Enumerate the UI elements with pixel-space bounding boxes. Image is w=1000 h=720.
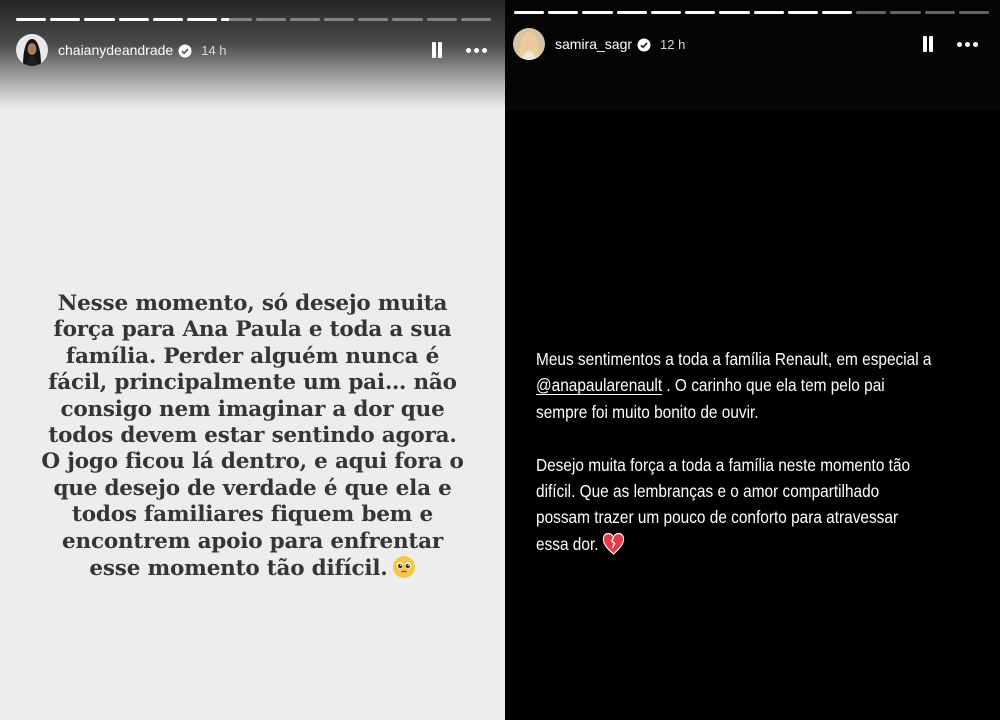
pause-icon[interactable]: [921, 35, 935, 53]
caption-line: @anapaularenault . O carinho que ela tem…: [536, 372, 928, 398]
progress-segment: [582, 11, 613, 14]
progress-segment: [50, 18, 81, 21]
story-caption: Nesse momento, só desejo muita força par…: [20, 291, 485, 582]
story-header: samira_sagr 12 h: [513, 26, 978, 62]
caption-line: família. Perder alguém nunca é: [65, 343, 440, 369]
caption-line: Desejo muita força a toda a família nest…: [536, 454, 911, 475]
progress-segment: [187, 18, 218, 21]
caption-line: força para Ana Paula e toda a sua: [53, 317, 452, 343]
progress-segment: [426, 18, 457, 21]
caption-line: consigo nem imaginar a dor que: [60, 396, 445, 422]
progress-segment-current: [221, 18, 252, 21]
progress-segment: [358, 18, 389, 21]
avatar[interactable]: [513, 28, 545, 60]
caption-line: Meus sentimentos a toda a família Renaul…: [536, 349, 932, 369]
progress-segment: [118, 18, 149, 21]
verified-badge-icon: [637, 37, 651, 52]
progress-segment: [753, 11, 784, 14]
caption-line: que desejo de verdade é que ela e: [53, 475, 452, 501]
progress-segment: [392, 18, 423, 21]
progress-segment: [958, 11, 990, 14]
caption-line: fácil, principalmente um pai… não: [48, 370, 457, 396]
story-right[interactable]: samira_sagr 12 h Meus sentimentos a toda…: [505, 0, 1000, 720]
pleading-face-emoji: [392, 555, 416, 579]
progress-segment: [84, 18, 115, 21]
avatar[interactable]: [16, 34, 48, 66]
heart-emoji: [602, 532, 625, 556]
progress-segment: [924, 11, 955, 14]
progress-segment: [548, 11, 579, 14]
verified-badge-icon: [178, 43, 192, 58]
caption-line-text: . O carinho que ela tem pelo pai: [662, 375, 885, 396]
caption-line: difícil. Que as lembranças e o amor comp…: [536, 481, 880, 502]
username[interactable]: samira_sagr: [555, 36, 632, 52]
progress-segment: [787, 11, 818, 14]
story-header: chaianydeandrade 14 h: [16, 32, 487, 68]
caption-line-last: esse momento tão difícil.: [20, 555, 485, 582]
story-left[interactable]: chaianydeandrade 14 h Nesse momento, só …: [0, 0, 505, 720]
caption-line: possam trazer um pouco de conforto para …: [536, 507, 899, 528]
progress-segment-current: [821, 11, 853, 14]
caption-line-text: essa dor.: [536, 533, 599, 554]
more-options-icon[interactable]: [957, 41, 978, 47]
progress-segment: [514, 11, 545, 14]
post-time: 12 h: [660, 36, 686, 52]
progress-segment: [685, 11, 716, 14]
progress-segment: [289, 18, 320, 21]
progress-segment: [650, 11, 682, 14]
progress-segment: [460, 18, 492, 21]
mention-link[interactable]: @anapaularenault: [536, 375, 662, 395]
story-caption: Meus sentimentos a toda a família Renaul…: [536, 346, 981, 557]
caption-line: todos familiares fiquem bem e: [71, 502, 433, 528]
caption-line: sempre foi muito bonito de ouvir.: [536, 401, 759, 422]
username[interactable]: chaianydeandrade: [58, 42, 173, 58]
caption-line-last: essa dor.: [536, 531, 928, 557]
story-progress-bar: [16, 18, 492, 21]
progress-segment: [719, 11, 750, 14]
caption-line: Nesse momento, só desejo muita: [57, 291, 448, 316]
progress-segment: [152, 18, 184, 21]
post-time: 14 h: [201, 42, 227, 58]
caption-line-text: esse momento tão difícil.: [89, 556, 388, 582]
progress-segment: [856, 11, 887, 14]
story-progress-bar: [514, 11, 990, 14]
progress-segment: [616, 11, 647, 14]
caption-line: O jogo ficou lá dentro, e aqui fora o: [41, 449, 464, 475]
more-options-icon[interactable]: [466, 47, 487, 53]
progress-segment: [16, 18, 47, 21]
progress-segment: [323, 18, 355, 21]
progress-segment: [255, 18, 286, 21]
pause-icon[interactable]: [430, 41, 444, 59]
caption-line: todos devem estar sentindo agora.: [48, 423, 457, 449]
progress-segment: [890, 11, 921, 14]
caption-line: encontrem apoio para enfrentar: [62, 528, 443, 554]
